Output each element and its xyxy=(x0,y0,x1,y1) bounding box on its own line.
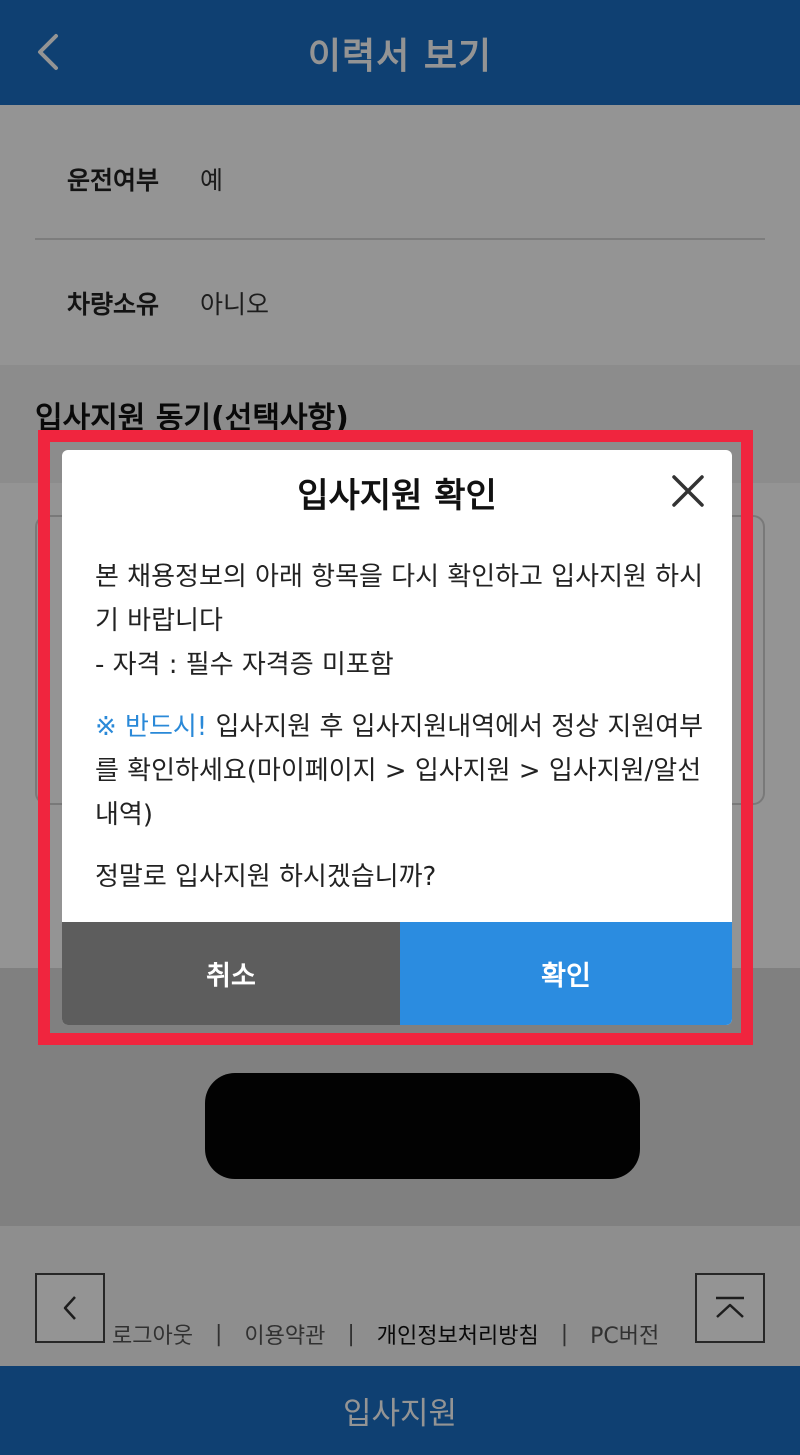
dialog-question: 정말로 입사지원 하시겠습니까? xyxy=(95,862,437,892)
dialog-title: 입사지원 확인 xyxy=(297,476,497,516)
dialog-body: 본 채용정보의 아래 항목을 다시 확인하고 입사지원 하시기 바랍니다 - 자… xyxy=(95,555,710,917)
apply-confirm-dialog: 입사지원 확인 본 채용정보의 아래 항목을 다시 확인하고 입사지원 하시기 … xyxy=(62,450,732,1025)
dialog-buttons: 취소 확인 xyxy=(62,922,732,1025)
dialog-message: 본 채용정보의 아래 항목을 다시 확인하고 입사지원 하시기 바랍니다 - 자… xyxy=(95,562,704,680)
close-button[interactable] xyxy=(665,468,711,514)
close-icon xyxy=(672,475,704,507)
confirm-button[interactable]: 확인 xyxy=(400,922,732,1025)
notice-prefix: ※ 반드시! xyxy=(95,712,208,742)
cancel-button[interactable]: 취소 xyxy=(62,922,400,1025)
dialog-notice: ※ 반드시! 입사지원 후 입사지원내역에서 정상 지원여부를 확인하세요(마이… xyxy=(95,705,710,837)
